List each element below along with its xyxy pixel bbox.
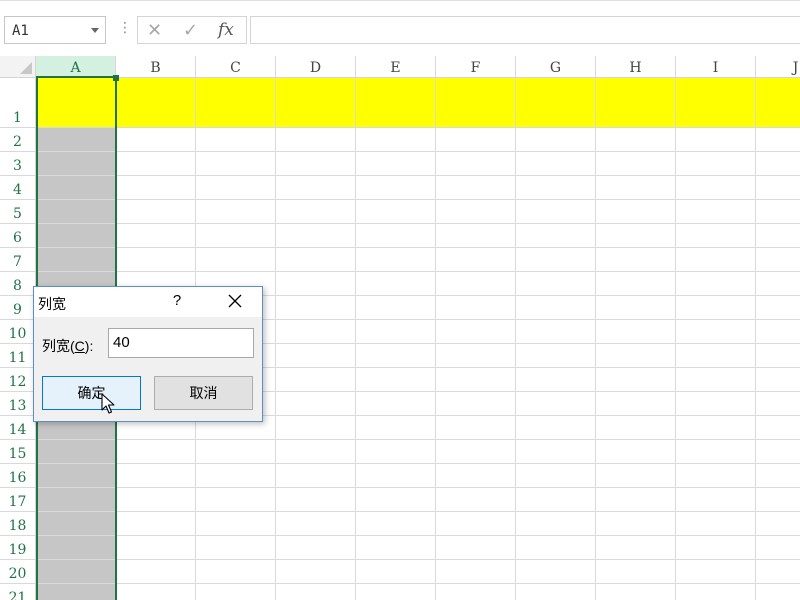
row-header-6[interactable]: 6 xyxy=(0,224,36,248)
grid-line xyxy=(36,175,800,176)
select-all-button[interactable] xyxy=(0,56,36,78)
column-width-input[interactable]: 40 xyxy=(108,328,254,358)
row-header-18[interactable]: 18 xyxy=(0,512,36,536)
grid-line xyxy=(595,78,596,600)
formula-bar: A1 ⋮ ✕ ✓ fx xyxy=(0,0,800,57)
row-header-21[interactable]: 21 xyxy=(0,584,36,600)
row-number: 12 xyxy=(8,374,27,390)
row-number: 11 xyxy=(8,350,27,366)
row-header-16[interactable]: 16 xyxy=(0,464,36,488)
row-number: 10 xyxy=(8,326,27,342)
row-header-13[interactable]: 13 xyxy=(0,392,36,416)
select-all-icon xyxy=(20,62,32,74)
grid-line xyxy=(36,487,800,488)
row-header-10[interactable]: 10 xyxy=(0,320,36,344)
grid-line xyxy=(36,247,800,248)
row-header-2[interactable]: 2 xyxy=(0,128,36,152)
row-header-12[interactable]: 12 xyxy=(0,368,36,392)
row-number: 18 xyxy=(8,518,27,534)
column-header-a[interactable]: A xyxy=(36,56,116,78)
column-header-c[interactable]: C xyxy=(196,56,276,78)
grid-line xyxy=(36,511,800,512)
insert-function-icon[interactable]: fx xyxy=(218,20,234,40)
grid-line xyxy=(675,78,676,600)
grid-line xyxy=(36,439,800,440)
column-header-f[interactable]: F xyxy=(436,56,516,78)
grid-line xyxy=(36,559,800,560)
row-header-14[interactable]: 14 xyxy=(0,416,36,440)
column-width-label: 列宽(C): xyxy=(42,338,94,354)
column-header-j[interactable]: J xyxy=(756,56,800,78)
row-number: 5 xyxy=(13,206,22,222)
formula-buttons: ✕ ✓ fx xyxy=(137,16,247,44)
row-number: 16 xyxy=(8,470,27,486)
column-header-g[interactable]: G xyxy=(516,56,596,78)
help-button[interactable]: ? xyxy=(169,292,185,309)
fill-handle[interactable] xyxy=(113,75,119,81)
name-box[interactable]: A1 xyxy=(4,16,106,44)
row-number: 2 xyxy=(13,134,22,150)
column-header-i[interactable]: I xyxy=(676,56,756,78)
chevron-down-icon[interactable] xyxy=(91,28,99,33)
column-header-d[interactable]: D xyxy=(276,56,356,78)
cancel-entry-icon[interactable]: ✕ xyxy=(147,20,162,41)
row-header-15[interactable]: 15 xyxy=(0,440,36,464)
grid-line xyxy=(36,127,800,128)
row-header-11[interactable]: 11 xyxy=(0,344,36,368)
row-header-7[interactable]: 7 xyxy=(0,248,36,272)
row-header-5[interactable]: 5 xyxy=(0,200,36,224)
row-number: 19 xyxy=(8,542,27,558)
column-headers: ABCDEFGHIJ xyxy=(36,56,800,78)
row-header-9[interactable]: 9 xyxy=(0,296,36,320)
formula-input[interactable] xyxy=(250,16,800,44)
column-header-e[interactable]: E xyxy=(356,56,436,78)
column-width-dialog: 列宽 ? 列宽(C): 40 确定 取消 xyxy=(33,286,263,422)
row-number: 13 xyxy=(8,398,27,414)
grid-line xyxy=(36,463,800,464)
grid-line xyxy=(275,78,276,600)
dialog-title: 列宽 xyxy=(38,296,66,312)
grid-line xyxy=(355,78,356,600)
row-number: 17 xyxy=(8,494,27,510)
close-icon xyxy=(228,294,242,308)
grid-line xyxy=(755,78,756,600)
row-number: 21 xyxy=(8,590,27,600)
grid-line xyxy=(36,199,800,200)
grid-line xyxy=(36,151,800,152)
dialog-titlebar[interactable]: 列宽 ? xyxy=(34,287,262,317)
grid-line xyxy=(515,78,516,600)
row-header-8[interactable]: 8 xyxy=(0,272,36,296)
row-number: 9 xyxy=(13,302,22,318)
row-number: 14 xyxy=(8,422,27,438)
row-header-4[interactable]: 4 xyxy=(0,176,36,200)
row-header-3[interactable]: 3 xyxy=(0,152,36,176)
close-button[interactable] xyxy=(222,289,248,313)
row-number: 1 xyxy=(13,110,22,126)
row-number: 4 xyxy=(13,182,22,198)
confirm-entry-icon[interactable]: ✓ xyxy=(183,20,198,41)
row-number: 20 xyxy=(8,566,27,582)
grid-line xyxy=(435,78,436,600)
row-header-20[interactable]: 20 xyxy=(0,560,36,584)
row-number: 7 xyxy=(13,254,22,270)
grid-line xyxy=(36,223,800,224)
row-header-1[interactable]: 1 xyxy=(0,78,36,128)
column-header-h[interactable]: H xyxy=(596,56,676,78)
grid-line xyxy=(36,271,800,272)
row-header-19[interactable]: 19 xyxy=(0,536,36,560)
more-options-icon[interactable]: ⋮ xyxy=(118,19,132,36)
name-box-value: A1 xyxy=(12,23,29,39)
grid-line xyxy=(36,535,800,536)
column-header-b[interactable]: B xyxy=(116,56,196,78)
row-1-highlight[interactable] xyxy=(36,78,800,128)
row-number: 6 xyxy=(13,230,22,246)
row-number: 3 xyxy=(13,158,22,174)
mouse-pointer-icon xyxy=(101,393,115,414)
row-number: 8 xyxy=(13,278,22,294)
ok-button[interactable]: 确定 xyxy=(42,376,141,410)
row-number: 15 xyxy=(8,446,27,462)
row-header-17[interactable]: 17 xyxy=(0,488,36,512)
grid-line xyxy=(36,583,800,584)
cancel-button[interactable]: 取消 xyxy=(154,376,253,410)
